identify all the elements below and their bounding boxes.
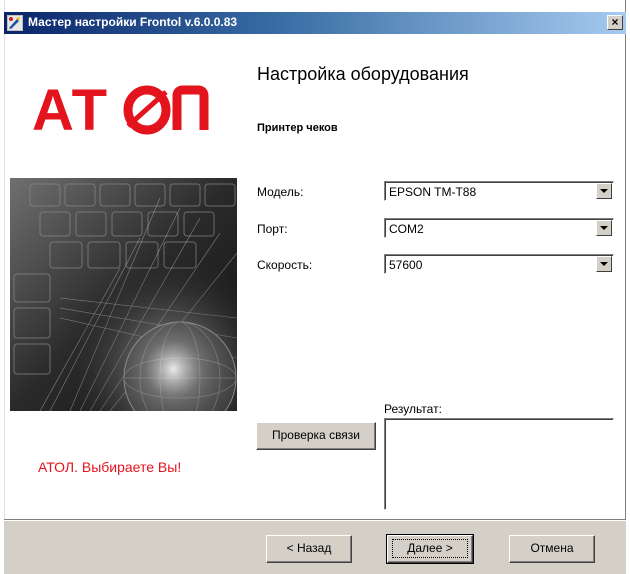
- window-title: Мастер настройки Frontol v.6.0.0.83: [28, 15, 238, 29]
- chevron-down-icon[interactable]: [596, 220, 612, 236]
- atol-logo: AT: [30, 78, 220, 143]
- speed-value: 57600: [389, 258, 423, 272]
- result-textarea[interactable]: [384, 418, 614, 510]
- wizard-icon: [7, 15, 23, 31]
- page-title: Настройка оборудования: [257, 64, 469, 84]
- chevron-down-icon[interactable]: [596, 256, 612, 272]
- model-label: Модель:: [257, 185, 304, 199]
- port-label: Порт:: [257, 222, 288, 236]
- back-button[interactable]: < Назад: [266, 535, 352, 563]
- section-title: Принтер чеков: [257, 122, 338, 134]
- port-value: COM2: [389, 222, 424, 236]
- speed-select[interactable]: 57600: [384, 254, 614, 274]
- next-button[interactable]: Далее >: [386, 534, 474, 564]
- keyboard-globe-image: [10, 178, 237, 411]
- chevron-down-icon[interactable]: [596, 183, 612, 199]
- model-value: EPSON TM-T88: [389, 185, 477, 199]
- model-select[interactable]: EPSON TM-T88: [384, 181, 614, 201]
- check-connection-button[interactable]: Проверка связи: [256, 422, 376, 450]
- slogan: АТОЛ. Выбираете Вы!: [38, 459, 182, 475]
- port-select[interactable]: COM2: [384, 218, 614, 238]
- speed-label: Скорость:: [257, 258, 313, 272]
- svg-text:AT: AT: [32, 78, 109, 140]
- close-icon: ×: [611, 15, 619, 29]
- cancel-button[interactable]: Отмена: [509, 535, 595, 563]
- title-bar[interactable]: Мастер настройки Frontol v.6.0.0.83 ×: [4, 12, 626, 34]
- result-label: Результат:: [384, 402, 442, 416]
- close-button[interactable]: ×: [607, 15, 623, 30]
- next-button-label: Далее >: [392, 539, 468, 558]
